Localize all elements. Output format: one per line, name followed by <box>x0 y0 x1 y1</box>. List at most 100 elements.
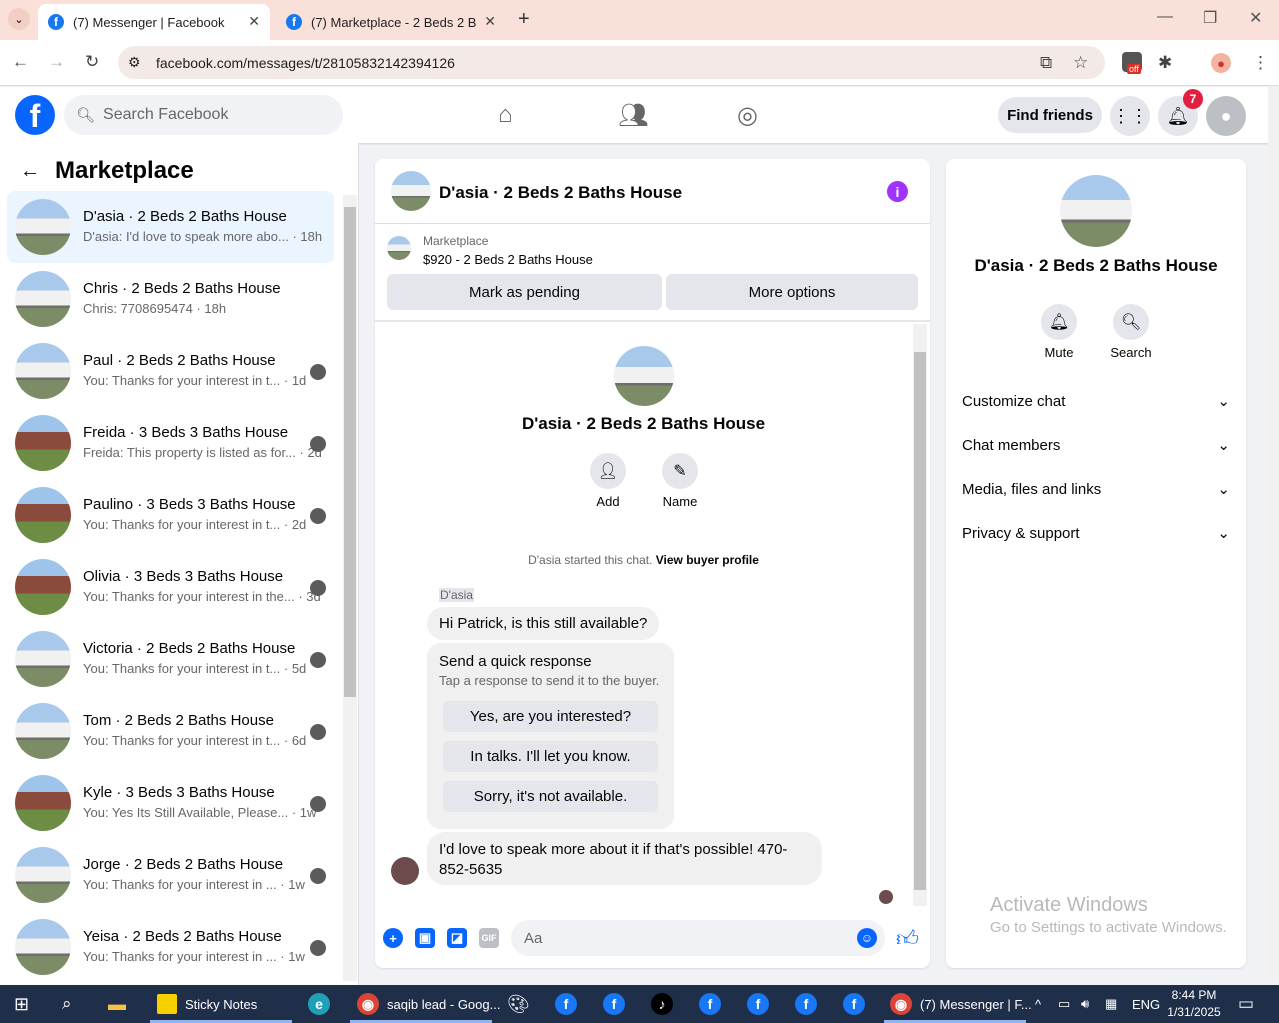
battery-icon[interactable]: ▭ <box>1058 985 1070 1023</box>
conversation-item[interactable]: Paulino · 3 Beds 3 Baths House You: Thank… <box>7 479 334 551</box>
tab-search-button[interactable]: ⌄ <box>8 8 30 30</box>
taskbar-chrome-messenger[interactable]: ◉ (7) Messenger | F... <box>890 985 1032 1023</box>
search-icon[interactable]: ⌕ <box>62 985 72 1023</box>
restore-icon[interactable]: ❐ <box>1203 8 1217 28</box>
home-icon[interactable]: ⌂ <box>498 101 513 129</box>
tiktok-icon[interactable]: ♪ <box>651 985 681 1023</box>
conversation-item[interactable]: Yeisa · 2 Beds 2 Baths House You: Thanks … <box>7 911 334 983</box>
facebook-taskbar-icon[interactable]: f <box>747 985 777 1023</box>
find-friends-button[interactable]: Find friends <box>998 97 1102 133</box>
conversation-item[interactable]: Chris · 2 Beds 2 Baths House Chris: 77086… <box>7 263 334 335</box>
search-input[interactable]: 🔍︎ Search Facebook <box>64 95 343 135</box>
listing-thumbnail[interactable] <box>387 236 411 260</box>
chat-avatar[interactable] <box>391 171 431 211</box>
emoji-icon[interactable]: ☺ <box>857 928 877 948</box>
page-scrollbar[interactable] <box>1268 87 1279 983</box>
conversation-item[interactable]: Paul · 2 Beds 2 Baths House You: Thanks f… <box>7 335 334 407</box>
close-window-icon[interactable]: ✕ <box>1249 8 1262 28</box>
reload-icon[interactable]: ↻ <box>85 52 99 72</box>
minimize-icon[interactable]: — <box>1157 8 1173 26</box>
chat-title[interactable]: D'asia · 2 Beds 2 Baths House <box>439 183 682 203</box>
edit-name-icon[interactable]: ✎ <box>662 453 698 489</box>
windows-start-icon[interactable]: ⊞ <box>14 985 29 1023</box>
mute-bell-icon[interactable]: 🔔︎ <box>1041 304 1077 340</box>
facebook-taskbar-icon[interactable]: f <box>795 985 825 1023</box>
chat-profile-title: D'asia · 2 Beds 2 Baths House <box>521 414 766 433</box>
forward-icon[interactable]: → <box>48 52 65 72</box>
clock[interactable]: 8:44 PM 1/31/2025 <box>1165 985 1223 1023</box>
mark-as-pending-button[interactable]: Mark as pending <box>387 274 662 310</box>
tab-messenger[interactable]: f (7) Messenger | Facebook ✕ <box>38 4 270 40</box>
account-avatar[interactable]: ● <box>1206 96 1246 136</box>
search-icon[interactable]: 🔍︎ <box>1113 304 1149 340</box>
tab-marketplace[interactable]: f (7) Marketplace - 2 Beds 2 Bath ✕ <box>276 4 506 40</box>
info-icon[interactable]: i <box>887 181 908 202</box>
paint-icon[interactable]: 🎨︎ <box>507 985 530 1023</box>
conversation-item[interactable]: Victoria · 2 Beds 2 Baths House You: Than… <box>7 623 334 695</box>
message-input[interactable]: Aa <box>511 920 885 956</box>
facebook-taskbar-icon[interactable]: f <box>603 985 633 1023</box>
photo-icon[interactable]: ▣ <box>415 928 435 948</box>
menu-dots-icon[interactable]: ⋮ <box>1252 53 1269 73</box>
chrome-icon: ◉ <box>357 993 379 1015</box>
taskbar-sticky-notes[interactable]: Sticky Notes <box>157 985 257 1023</box>
language-indicator[interactable]: ENG <box>1132 985 1160 1023</box>
privacy-support-row[interactable]: Privacy & support ⌄ <box>962 523 1230 543</box>
groups-icon[interactable]: ◎ <box>737 101 758 130</box>
new-tab-button[interactable]: + <box>518 8 530 31</box>
message-bubble[interactable]: Hi Patrick, is this still available? <box>427 607 660 640</box>
profile-icon[interactable]: ● <box>1211 53 1231 73</box>
facebook-logo[interactable]: f <box>15 95 55 135</box>
taskbar-chrome-saqib[interactable]: ◉ saqib lead - Goog... <box>357 985 500 1023</box>
section-label: Media, files and links <box>962 480 1102 498</box>
listing-avatar <box>15 559 71 615</box>
facebook-taskbar-icon[interactable]: f <box>555 985 585 1023</box>
install-app-icon[interactable]: ⧉ <box>1040 53 1052 73</box>
friends-icon[interactable]: 👥︎ <box>618 101 648 130</box>
gif-icon[interactable]: GIF <box>479 928 499 948</box>
extensions-puzzle-icon[interactable]: ✱ <box>1158 53 1172 73</box>
message-bubble[interactable]: I'd love to speak more about it if that'… <box>427 832 822 885</box>
add-label: Add <box>596 494 620 509</box>
quick-response-in-talks-button[interactable]: In talks. I'll let you know. <box>443 741 658 772</box>
facebook-taskbar-icon[interactable]: f <box>699 985 729 1023</box>
close-icon[interactable]: ✕ <box>484 13 496 30</box>
bookmark-star-icon[interactable]: ☆ <box>1073 53 1088 73</box>
more-options-button[interactable]: More options <box>666 274 918 310</box>
show-hidden-icons[interactable]: ^ <box>1035 985 1041 1023</box>
facebook-taskbar-icon[interactable]: f <box>843 985 873 1023</box>
volume-icon[interactable]: 🔊︎ <box>1081 985 1089 1023</box>
conversation-item[interactable]: Freida · 3 Beds 3 Baths House Freida: Thi… <box>7 407 334 479</box>
back-icon[interactable]: ← <box>12 52 29 72</box>
address-bar[interactable]: ⚙ facebook.com/messages/t/28105832142394… <box>118 46 1105 79</box>
conversation-item[interactable]: D'asia · 2 Beds 2 Baths House D'asia: I'd… <box>7 191 334 263</box>
conversation-item[interactable]: Olivia · 3 Beds 3 Baths House You: Thanks… <box>7 551 334 623</box>
network-icon[interactable]: ▦ <box>1105 985 1117 1023</box>
listing-price[interactable]: $920 - 2 Beds 2 Baths House <box>423 252 593 267</box>
chat-members-row[interactable]: Chat members ⌄ <box>962 435 1230 455</box>
plus-icon[interactable]: + <box>383 928 403 948</box>
close-icon[interactable]: ✕ <box>248 13 260 30</box>
scrollbar-thumb[interactable] <box>914 352 926 890</box>
conversation-item[interactable]: Jorge · 2 Beds 2 Baths House You: Thanks … <box>7 839 334 911</box>
sender-avatar[interactable] <box>391 857 419 885</box>
media-files-links-row[interactable]: Media, files and links ⌄ <box>962 479 1230 499</box>
thumbs-up-icon[interactable]: 👍︎ <box>896 925 919 952</box>
scrollbar-thumb[interactable] <box>344 207 356 697</box>
chevron-down-icon: ⌄ <box>1217 481 1230 498</box>
quick-response-not-available-button[interactable]: Sorry, it's not available. <box>443 781 658 812</box>
add-person-icon[interactable]: 👤︎ <box>590 453 626 489</box>
menu-grid-icon[interactable]: ⋮⋮ <box>1110 96 1150 136</box>
conversation-item[interactable]: Tom · 2 Beds 2 Baths House You: Thanks fo… <box>7 695 334 767</box>
customize-chat-row[interactable]: Customize chat ⌄ <box>962 391 1230 411</box>
conversation-snippet: You: Thanks for your interest in t... · … <box>83 733 307 748</box>
notification-center-icon[interactable]: ▭ <box>1238 985 1254 1023</box>
view-buyer-profile-link[interactable]: View buyer profile <box>656 553 759 567</box>
quick-response-yes-button[interactable]: Yes, are you interested? <box>443 701 658 732</box>
edge-icon[interactable]: e <box>308 985 338 1023</box>
file-explorer-icon[interactable]: ▬ <box>108 985 126 1023</box>
sticker-icon[interactable]: ◪ <box>447 928 467 948</box>
back-arrow-icon[interactable]: ← <box>20 160 40 183</box>
conversation-item[interactable]: Kyle · 3 Beds 3 Baths House You: Yes Its … <box>7 767 334 839</box>
site-settings-icon[interactable]: ⚙ <box>128 54 141 71</box>
